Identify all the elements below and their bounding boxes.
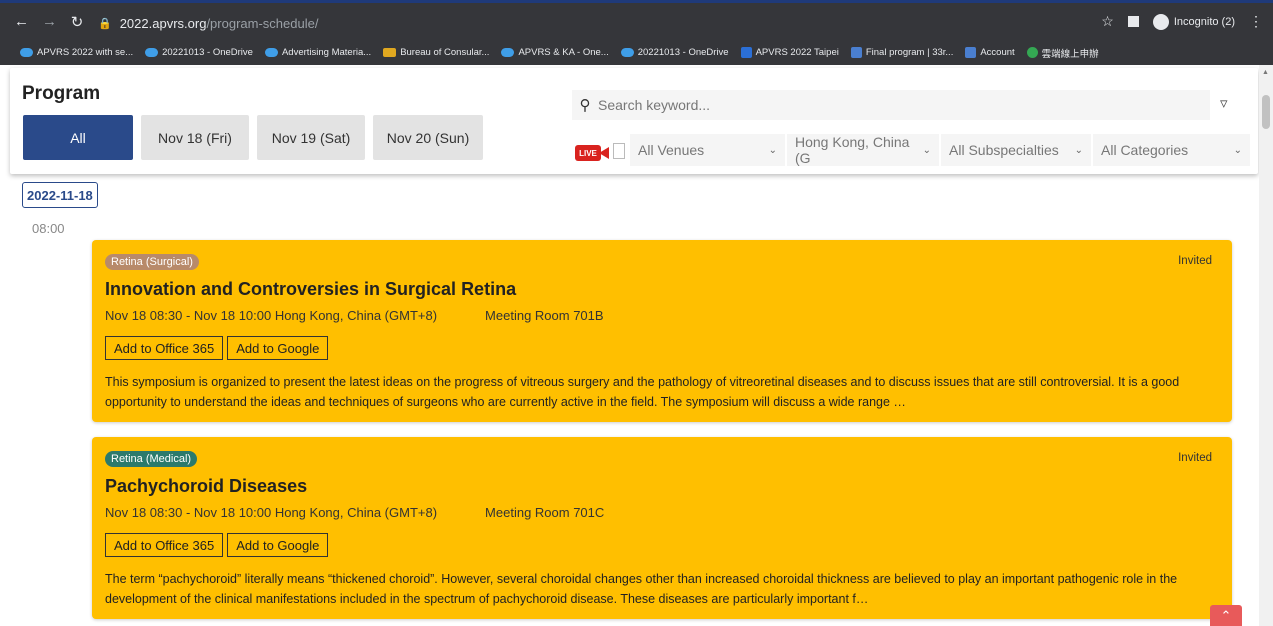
cloud-icon (145, 48, 159, 57)
account-icon (965, 47, 977, 58)
bookmark-item[interactable]: 20221013 - OneDrive (145, 47, 253, 58)
add-to-google-button[interactable]: Add to Google (227, 533, 329, 557)
page-scrollbar[interactable]: ▲ (1259, 65, 1273, 626)
time-slot-label: 08:00 (32, 221, 65, 236)
bookmark-item[interactable]: Account (965, 47, 1015, 58)
bookmark-item[interactable]: APVRS 2022 Taipei (740, 47, 839, 58)
session-type: Invited (1178, 255, 1212, 267)
session-card[interactable]: Retina (Surgical) Invited Innovation and… (92, 240, 1232, 422)
forward-icon[interactable]: → (42, 13, 57, 31)
cloud-icon (620, 48, 634, 57)
subspecialty-select-value: All Subspecialties (949, 142, 1059, 158)
back-icon[interactable]: ← (14, 13, 29, 31)
chevron-down-icon: ⌄ (1233, 144, 1242, 156)
address-bar[interactable]: 🔒 2022.apvrs.org /program-schedule/ (98, 11, 1098, 35)
cloud-icon (264, 48, 278, 57)
bookmark-item[interactable]: 雲端線上申辦 (1026, 46, 1099, 60)
chevron-down-icon: ⌄ (922, 144, 931, 156)
session-card[interactable]: Retina (Medical) Invited Pachychoroid Di… (92, 437, 1232, 619)
live-only-checkbox[interactable] (613, 143, 625, 159)
site-icon (740, 47, 752, 58)
menu-icon[interactable]: ⋮ (1249, 13, 1263, 30)
chevron-up-icon: ⌃ (1220, 607, 1232, 623)
session-room: Meeting Room 701B (485, 308, 604, 323)
cloud-icon (20, 48, 33, 57)
browser-toolbar: ← → ↻ 🔒 2022.apvrs.org /program-schedule… (0, 0, 1273, 40)
calendar-buttons: Add to Office 365 Add to Google (105, 336, 329, 360)
side-panel-icon[interactable] (1127, 16, 1139, 27)
session-type: Invited (1178, 452, 1212, 464)
calendar-buttons: Add to Office 365 Add to Google (105, 533, 329, 557)
venue-select-value: All Venues (638, 142, 705, 158)
search-icon: ⚲ (579, 97, 591, 114)
bookmark-star-icon[interactable]: ☆ (1101, 13, 1114, 30)
search-box: ⚲ (572, 90, 1210, 120)
session-description: The term “pachychoroid” literally means … (105, 572, 1178, 606)
bookmark-item[interactable]: Bureau of Consular... (383, 47, 489, 58)
bookmarks-bar: APVRS 2022 with se... 20221013 - OneDriv… (0, 40, 1273, 65)
page-title: Program (22, 83, 101, 104)
add-to-office365-button[interactable]: Add to Office 365 (105, 336, 224, 360)
site-icon (383, 48, 397, 57)
page-content: Program All Nov 18 (Fri) Nov 19 (Sat) No… (0, 65, 1273, 626)
session-meta: Nov 18 08:30 - Nov 18 10:00 Hong Kong, C… (105, 505, 604, 520)
chevron-down-icon: ⌄ (768, 144, 777, 156)
program-header-panel: Program All Nov 18 (Fri) Nov 19 (Sat) No… (10, 68, 1258, 174)
reload-icon[interactable]: ↻ (70, 13, 84, 31)
bookmark-item[interactable]: Advertising Materia... (264, 47, 371, 58)
session-room: Meeting Room 701C (485, 505, 605, 520)
category-select-value: All Categories (1101, 142, 1189, 158)
bookmark-item[interactable]: Final program | 33r... (850, 47, 953, 58)
add-to-google-button[interactable]: Add to Google (227, 336, 329, 360)
live-label: LIVE (575, 145, 601, 161)
subspecialty-select[interactable]: All Subspecialties ⌄ (941, 134, 1091, 166)
live-camera-icon (599, 147, 609, 159)
bookmark-item[interactable]: 20221013 - OneDrive (620, 47, 729, 58)
timezone-select-value: Hong Kong, China (G (795, 134, 910, 166)
bookmark-item[interactable]: APVRS & KA - One... (501, 47, 609, 58)
cloud-icon (501, 48, 515, 57)
subspecialty-tag: Retina (Medical) (105, 451, 198, 467)
nav-buttons: ← → ↻ (14, 13, 84, 31)
url-path: /program-schedule/ (206, 15, 319, 31)
tab-nov-19[interactable]: Nov 19 (Sat) (257, 115, 365, 160)
site-icon (850, 47, 862, 58)
subspecialty-tag: Retina (Surgical) (105, 254, 199, 270)
session-description: This symposium is organized to present t… (105, 375, 1180, 409)
lock-icon: 🔒 (98, 17, 112, 30)
session-title[interactable]: Pachychoroid Diseases (105, 476, 307, 497)
chevron-down-icon: ⌄ (1074, 144, 1083, 156)
category-select[interactable]: All Categories ⌄ (1093, 134, 1250, 166)
session-meta: Nov 18 08:30 - Nov 18 10:00 Hong Kong, C… (105, 308, 604, 323)
tab-nov-18[interactable]: Nov 18 (Fri) (141, 115, 249, 160)
tab-nov-20[interactable]: Nov 20 (Sun) (373, 115, 483, 160)
tab-all[interactable]: All (23, 115, 133, 160)
filter-icon[interactable]: ▿ (1220, 94, 1228, 112)
date-badge: 2022-11-18 (22, 182, 98, 208)
incognito-icon (1152, 13, 1169, 30)
day-tabs: All Nov 18 (Fri) Nov 19 (Sat) Nov 20 (Su… (23, 115, 483, 160)
bookmark-item[interactable]: APVRS 2022 with se... (20, 47, 133, 58)
session-title[interactable]: Innovation and Controversies in Surgical… (105, 279, 516, 300)
site-icon (1026, 47, 1038, 58)
timezone-select[interactable]: Hong Kong, China (G ⌄ (787, 134, 939, 166)
scrollbar-thumb[interactable] (1262, 95, 1270, 129)
url-host: 2022.apvrs.org (119, 15, 207, 31)
incognito-label: Incognito (2) (1173, 15, 1235, 28)
session-time: Nov 18 08:30 - Nov 18 10:00 Hong Kong, C… (105, 505, 438, 520)
search-input[interactable] (598, 97, 1178, 113)
live-badge: LIVE (575, 144, 611, 162)
session-time: Nov 18 08:30 - Nov 18 10:00 Hong Kong, C… (105, 308, 438, 323)
add-to-office365-button[interactable]: Add to Office 365 (105, 533, 224, 557)
scroll-up-icon[interactable]: ▲ (1262, 69, 1269, 76)
browser-actions: ☆ Incognito (2) ⋮ (1101, 13, 1263, 30)
scroll-to-top-button[interactable]: ⌃ (1210, 605, 1242, 626)
venue-select[interactable]: All Venues ⌄ (630, 134, 785, 166)
incognito-indicator[interactable]: Incognito (2) (1152, 13, 1235, 30)
